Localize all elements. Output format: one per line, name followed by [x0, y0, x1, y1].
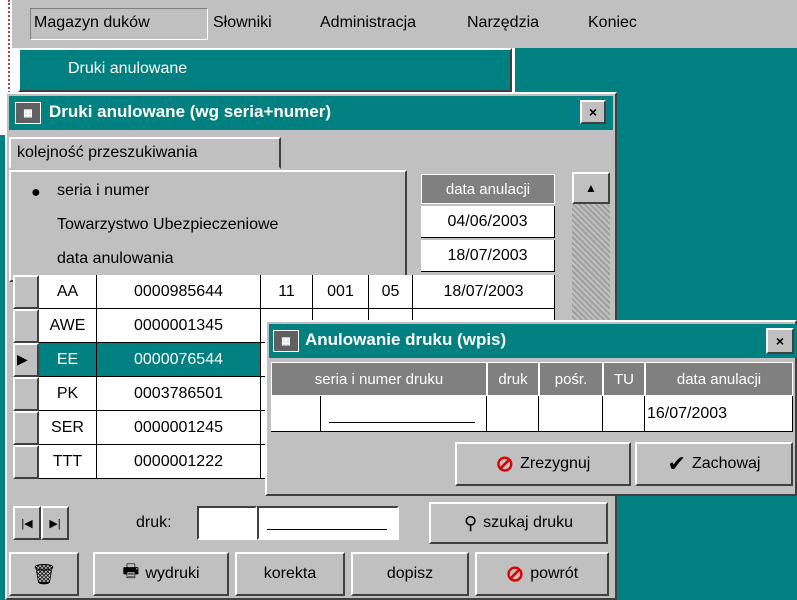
druk-number-input[interactable]	[257, 506, 399, 540]
table-cell-date[interactable]: 18/07/2003	[413, 275, 555, 309]
add-button[interactable]: dopisz	[351, 552, 469, 596]
sort-options-panel: ● seria i numer Towarzystwo Ubezpieczeni…	[9, 170, 407, 282]
delete-button[interactable]: 🗑	[9, 552, 79, 596]
table-cell-numer[interactable]: 0000001222	[97, 445, 261, 479]
first-record-button[interactable]: |◀	[13, 506, 41, 540]
app-icon: ▦	[15, 102, 41, 124]
print-button-label: wydruki	[145, 565, 200, 582]
submenu-dropdown: Druki anulowane	[18, 48, 512, 92]
print-button[interactable]: 🖶 wydruki	[93, 552, 229, 596]
no-entry-icon: ⊘	[505, 561, 525, 586]
table-cell-seria[interactable]: SER	[39, 411, 97, 445]
back-button[interactable]: ⊘ powrót	[475, 552, 609, 596]
checkmark-icon: ✔	[667, 451, 686, 476]
dialog-header-posr: pośr.	[539, 362, 603, 396]
table-cell-numer[interactable]: 0003786501	[97, 377, 261, 411]
dialog-close-button[interactable]: ×	[766, 328, 794, 354]
main-window-title: Druki anulowane (wg seria+numer)	[49, 102, 331, 121]
row-selector[interactable]	[13, 275, 39, 309]
sort-option-bullet: ●	[31, 184, 41, 201]
dialog-posr-input[interactable]	[539, 396, 603, 432]
table-cell-c3[interactable]: 05	[369, 275, 413, 309]
menu-narzedzia[interactable]: Narzędzia	[467, 14, 539, 32]
druk-series-input[interactable]	[197, 506, 257, 540]
table-cell-numer[interactable]: 0000076544	[97, 343, 261, 377]
dialog-save-button[interactable]: ✔ Zachowaj	[635, 442, 793, 486]
dialog-header-druk: druk	[487, 362, 539, 396]
druk-number-underline	[267, 529, 387, 530]
date-cell-top-1: 04/06/2003	[421, 206, 555, 238]
table-cell-seria[interactable]: AWE	[39, 309, 97, 343]
table-cell-seria[interactable]: AA	[39, 275, 97, 309]
sort-option-data[interactable]: data anulowania	[57, 250, 174, 268]
row-selector[interactable]	[13, 309, 39, 343]
search-druk-label: szukaj druku	[483, 514, 573, 531]
table-cell-seria[interactable]: PK	[39, 377, 97, 411]
menu-slowniki[interactable]: Słowniki	[213, 14, 272, 32]
table-cell-c2[interactable]: 001	[313, 275, 369, 309]
last-record-button[interactable]: ▶|	[41, 506, 69, 540]
scroll-up-button[interactable]: ▲	[572, 172, 610, 204]
dialog-date-input[interactable]: 16/07/2003	[645, 396, 793, 432]
search-stamp-icon: ⚲	[463, 512, 478, 533]
sort-option-towarzystwo[interactable]: Towarzystwo Ubezpieczeniowe	[57, 216, 278, 234]
date-column-header[interactable]: data anulacji	[421, 174, 555, 204]
row-selector[interactable]	[13, 411, 39, 445]
dialog-title-bar: ▦ Anulowanie druku (wpis)	[269, 324, 797, 358]
table-cell-numer[interactable]: 0000001345	[97, 309, 261, 343]
druk-label: druk:	[136, 514, 172, 531]
cancel-no-entry-icon: ⊘	[495, 451, 515, 476]
menu-koniec[interactable]: Koniec	[588, 14, 637, 32]
search-order-tab-label: kolejność przeszukiwania	[17, 144, 198, 161]
table-cell-c1[interactable]: 11	[261, 275, 313, 309]
scroll-up-icon: ▲	[585, 181, 597, 195]
first-record-icon: |◀	[21, 517, 33, 530]
dialog-header-data: data anulacji	[645, 362, 793, 396]
table-cell-numer[interactable]: 0000985644	[97, 275, 261, 309]
menu-administracja[interactable]: Administracja	[320, 14, 416, 32]
submenu-item-druki-anulowane[interactable]: Druki anulowane	[68, 60, 187, 78]
trash-icon: 🗑	[31, 563, 57, 586]
printer-icon: 🖶	[122, 561, 140, 581]
dialog-header-seria-numer: seria i numer druku	[271, 362, 487, 396]
menu-bar: Magazyn duków Słowniki Administracja Nar…	[12, 0, 797, 48]
table-cell-seria[interactable]: EE	[39, 343, 97, 377]
desktop-dotted-edge	[0, 0, 10, 100]
dialog-title: Anulowanie druku (wpis)	[305, 330, 507, 349]
row-selector[interactable]	[13, 445, 39, 479]
dialog-header-tu: TU	[603, 362, 645, 396]
search-druk-button[interactable]: ⚲ szukaj druku	[429, 502, 608, 544]
table-cell-seria[interactable]: TTT	[39, 445, 97, 479]
main-window-title-bar: ▦ Druki anulowane (wg seria+numer)	[9, 96, 613, 130]
menu-active-highlight	[30, 8, 208, 40]
dialog-app-icon: ▦	[273, 330, 299, 352]
dialog-save-label: Zachowaj	[691, 455, 761, 472]
dialog-tu-input[interactable]	[603, 396, 645, 432]
table-cell-numer[interactable]: 0000001245	[97, 411, 261, 445]
row-selector[interactable]: ▶	[13, 343, 39, 377]
add-button-label: dopisz	[386, 565, 434, 582]
date-cell-top-2: 18/07/2003	[421, 240, 555, 272]
last-record-icon: ▶|	[49, 517, 61, 530]
back-button-label: powrót	[530, 565, 579, 582]
current-row-indicator-icon: ▶	[17, 351, 28, 367]
search-order-tab[interactable]: kolejność przeszukiwania	[9, 137, 281, 169]
dialog-cancel-label: Zrezygnuj	[520, 455, 591, 472]
main-window-close-button[interactable]: ×	[580, 100, 606, 124]
sort-option-seria-numer[interactable]: seria i numer	[57, 182, 149, 200]
dialog-cancel-button[interactable]: ⊘ Zrezygnuj	[455, 442, 631, 486]
row-selector[interactable]	[13, 377, 39, 411]
dialog-number-input[interactable]	[321, 396, 487, 432]
dialog-series-input[interactable]	[271, 396, 321, 432]
dialog-number-underline	[329, 422, 475, 423]
correct-button-label: korekta	[263, 565, 317, 582]
correct-button[interactable]: korekta	[235, 552, 345, 596]
dialog-druk-input[interactable]	[487, 396, 539, 432]
